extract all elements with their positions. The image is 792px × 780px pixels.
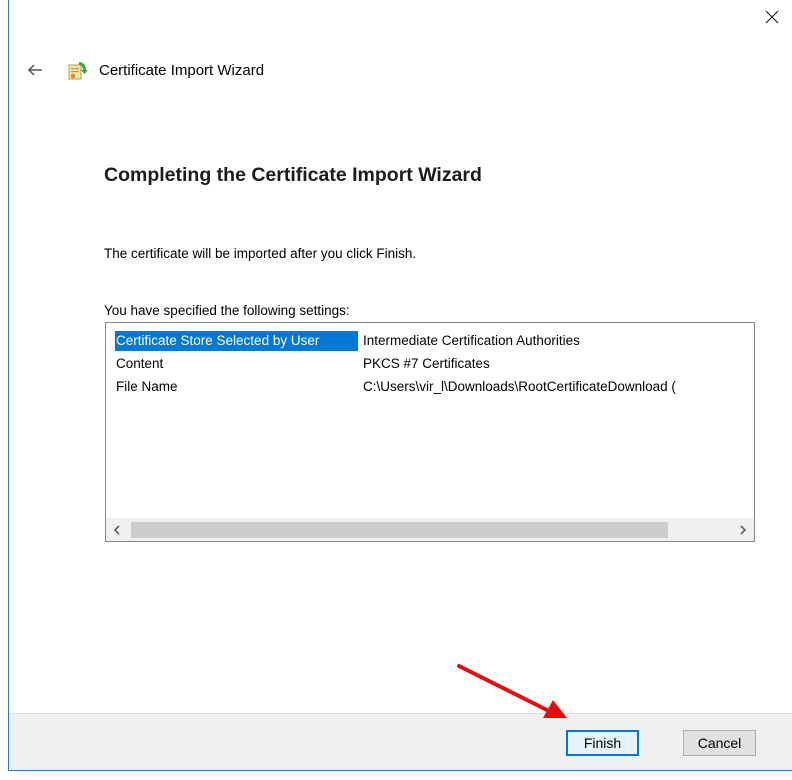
settings-row[interactable]: Content PKCS #7 Certificates xyxy=(115,352,754,375)
wizard-footer: Finish Cancel xyxy=(10,713,792,770)
intro-text: The certificate will be imported after y… xyxy=(104,246,417,261)
settings-row[interactable]: Certificate Store Selected by User Inter… xyxy=(115,329,754,352)
close-icon xyxy=(765,10,779,24)
scroll-right-button[interactable] xyxy=(732,519,754,541)
settings-rows: Certificate Store Selected by User Inter… xyxy=(115,329,754,398)
settings-list[interactable]: Certificate Store Selected by User Inter… xyxy=(105,322,755,542)
wizard-title: Certificate Import Wizard xyxy=(99,61,265,79)
setting-value: C:\Users\vir_l\Downloads\RootCertificate… xyxy=(363,379,676,394)
settings-row[interactable]: File Name C:\Users\vir_l\Downloads\RootC… xyxy=(115,375,754,398)
close-button[interactable] xyxy=(752,0,792,34)
finish-button[interactable]: Finish xyxy=(566,730,639,756)
setting-name: Content xyxy=(116,355,164,371)
scrollbar-thumb[interactable] xyxy=(131,522,668,538)
chevron-right-icon xyxy=(740,525,747,535)
cancel-button[interactable]: Cancel xyxy=(683,730,756,756)
certificate-import-wizard-window: Certificate Import Wizard Completing the… xyxy=(8,0,792,771)
setting-value: Intermediate Certification Authorities xyxy=(363,333,580,348)
setting-value: PKCS #7 Certificates xyxy=(363,356,490,371)
wizard-header: Certificate Import Wizard xyxy=(25,56,264,84)
horizontal-scrollbar[interactable] xyxy=(106,518,754,541)
back-button[interactable] xyxy=(25,60,45,80)
back-arrow-icon xyxy=(27,64,42,76)
setting-name: File Name xyxy=(116,378,178,394)
setting-name: Certificate Store Selected by User xyxy=(115,330,358,351)
scroll-left-button[interactable] xyxy=(106,519,128,541)
certificate-wizard-icon xyxy=(68,62,88,80)
page-heading: Completing the Certificate Import Wizard xyxy=(104,164,482,186)
settings-label: You have specified the following setting… xyxy=(104,303,350,318)
chevron-left-icon xyxy=(113,525,120,535)
